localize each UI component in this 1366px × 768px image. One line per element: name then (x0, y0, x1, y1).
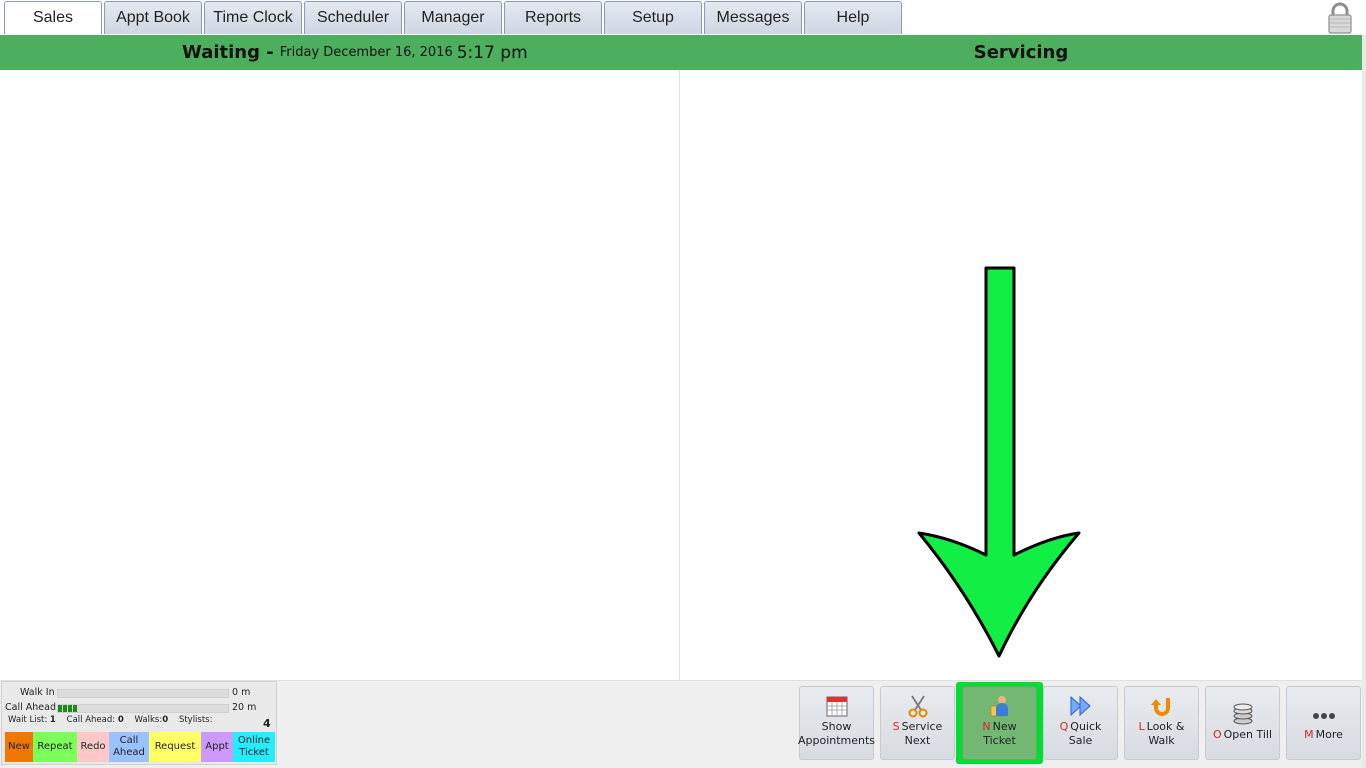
service-next-button[interactable]: S Service Next (880, 686, 955, 760)
look-and-walk-hotkey: L (1138, 720, 1145, 733)
call-ahead-count: 0 (117, 715, 124, 725)
new-ticket-button[interactable]: N New Ticket (962, 686, 1037, 760)
open-till-hotkey: O (1212, 728, 1222, 741)
coin-stack-icon (1233, 703, 1252, 725)
quick-sale-line2: Sale (1068, 734, 1093, 747)
call-ahead-time: 20 m (232, 702, 257, 713)
current-date: Friday December 16, 2016 (279, 45, 453, 60)
call-ahead-bar-segment (63, 705, 67, 712)
waiting-header: Waiting - Friday December 16, 2016 5:17 … (182, 35, 528, 70)
u-turn-arrow-icon (1150, 698, 1170, 716)
show-appointments-line1: Show (821, 720, 852, 733)
person-ticket-icon (990, 696, 1008, 717)
page-scrollbar[interactable] (1362, 35, 1366, 768)
wait-stats-panel: Walk In 0 m Call Ahead 20 m Wait List: 1… (1, 681, 277, 765)
tab-scheduler[interactable]: Scheduler (304, 1, 402, 34)
queue-counts: Wait List: 1 Call Ahead: 0 Walks:0 Styli… (8, 715, 276, 727)
tab-manager[interactable]: Manager (404, 1, 502, 34)
new-ticket-line1: New (992, 720, 1017, 733)
walk-in-time: 0 m (232, 687, 251, 698)
new-ticket-line2: Ticket (983, 734, 1016, 747)
legend-new: New (5, 732, 33, 762)
tab-reports[interactable]: Reports (504, 1, 602, 34)
app-window: Sales Appt Book Time Clock Scheduler Man… (0, 0, 1366, 768)
look-and-walk-button[interactable]: L Look & Walk (1124, 686, 1199, 760)
tab-appt-book[interactable]: Appt Book (104, 1, 202, 34)
calendar-icon (826, 696, 847, 717)
call-ahead-bar-segment (58, 705, 62, 712)
waiting-title: Waiting - (182, 42, 274, 63)
tab-help[interactable]: Help (804, 1, 902, 34)
servicing-panel (680, 70, 1362, 680)
servicing-title: Servicing (973, 42, 1069, 63)
more-hotkey: M (1304, 728, 1314, 741)
service-next-line2: Next (904, 734, 931, 747)
tab-setup[interactable]: Setup (604, 1, 702, 34)
main-tab-bar: Sales Appt Book Time Clock Scheduler Man… (0, 0, 1366, 36)
lock-icon[interactable] (1326, 2, 1354, 34)
quick-sale-button[interactable]: Q Quick Sale (1043, 686, 1118, 760)
tab-time-clock[interactable]: Time Clock (204, 1, 302, 34)
walk-in-label: Walk In (20, 687, 55, 698)
fast-forward-icon (1070, 695, 1091, 717)
ticket-type-legend: New Repeat Redo Call Ahead Request Appt … (5, 732, 275, 762)
walks-count: 0 (162, 715, 169, 725)
call-ahead-label: Call Ahead (5, 702, 56, 713)
stylists-count: 4 (263, 717, 271, 730)
more-dots-icon (1312, 713, 1335, 719)
tab-sales[interactable]: Sales (4, 1, 102, 34)
show-appointments-line2: Appointments (797, 734, 876, 747)
walk-in-bar (57, 689, 229, 698)
stylists-label: Stylists: (178, 715, 213, 725)
more-button[interactable]: M More (1286, 686, 1361, 760)
walk-in-row: Walk In 0 m (5, 687, 275, 699)
legend-request: Request (149, 732, 201, 762)
walks-label: Walks: (134, 715, 163, 725)
legend-appt: Appt (201, 732, 233, 762)
call-ahead-count-label: Call Ahead: (66, 715, 116, 725)
wait-list-count: 1 (49, 715, 56, 725)
current-time: 5:17 pm (456, 42, 528, 63)
waiting-list-panel (0, 70, 680, 680)
legend-redo: Redo (77, 732, 109, 762)
wait-list-label: Wait List: (8, 715, 48, 725)
show-appointments-button[interactable]: Show Appointments (797, 686, 876, 760)
scissors-icon (908, 695, 927, 718)
legend-call-ahead: Call Ahead (109, 732, 149, 762)
call-ahead-bar (57, 704, 229, 713)
quick-sale-hotkey: Q (1059, 720, 1069, 733)
status-header-bar: Waiting - Friday December 16, 2016 5:17 … (0, 35, 1362, 70)
look-and-walk-line1: Look & (1146, 720, 1185, 733)
new-ticket-hotkey: N (982, 720, 991, 733)
call-ahead-bar-segment (73, 705, 77, 712)
service-next-line1: Service (901, 720, 943, 733)
tab-messages[interactable]: Messages (704, 1, 802, 34)
more-line1: More (1315, 728, 1343, 741)
call-ahead-row: Call Ahead 20 m (5, 702, 275, 714)
open-till-line1: Open Till (1223, 728, 1273, 741)
call-ahead-bar-fill (58, 705, 78, 712)
legend-repeat: Repeat (33, 732, 77, 762)
look-and-walk-line2: Walk (1148, 734, 1175, 747)
service-next-hotkey: S (892, 720, 900, 733)
open-till-button[interactable]: O Open Till (1205, 686, 1280, 760)
quick-sale-line1: Quick (1070, 720, 1102, 733)
legend-online-ticket: Online Ticket (233, 732, 275, 762)
call-ahead-bar-segment (68, 705, 72, 712)
